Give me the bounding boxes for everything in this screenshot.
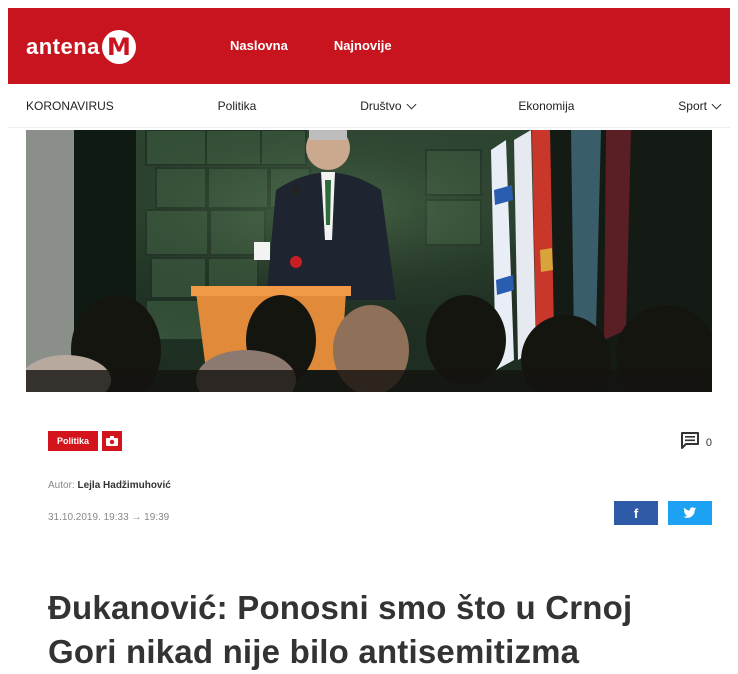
nav-najnovije[interactable]: Najnovije [334,38,392,53]
article-headline: Đukanović: Ponosni smo što u Crnoj Gori … [48,589,633,671]
category-sport[interactable]: Sport [678,98,722,113]
category-badge[interactable]: Politika [48,431,99,451]
twitter-share-button[interactable] [668,501,712,525]
top-nav: Naslovna Najnovije [230,38,392,53]
chevron-down-icon [711,99,722,109]
site-logo[interactable]: antena M [26,30,136,64]
nav-naslovna[interactable]: Naslovna [230,38,288,53]
facebook-share-button[interactable]: f [614,501,658,525]
article-meta: Politika 0 Autor: Lejla Hadžimuhović 31.… [26,392,712,670]
category-label: Društvo [360,98,402,113]
camera-icon [102,431,123,451]
logo-m-badge: M [101,30,136,64]
twitter-bird-icon [683,507,697,518]
share-buttons: f [614,501,712,525]
logo-letter: M [106,33,131,61]
hero-photo [26,130,712,392]
category-politika[interactable]: Politika [218,99,257,113]
category-label: KORONAVIRUS [26,98,114,113]
category-ekonomija[interactable]: Ekonomija [518,99,574,113]
article-date: 31.10.2019. 19:33 → 19:39 [48,512,170,523]
top-bar: antena M Naslovna Najnovije [8,8,730,84]
category-label: Politika [217,98,257,113]
comment-count: 0 [705,437,712,449]
author-name[interactable]: Lejla Hadžimuhović [77,480,170,491]
category-koronavirus[interactable]: KORONAVIRUS [26,99,114,113]
logo-text: antena [26,34,100,59]
comment-icon [680,432,699,454]
article-author: Autor: Lejla Hadžimuhović [48,480,171,491]
category-drustvo[interactable]: Društvo [360,98,416,113]
category-nav: KORONAVIRUS Politika Društvo Ekonomija S… [8,84,730,128]
category-label: Sport [678,98,707,113]
article-badges: Politika [48,431,123,451]
author-label: Autor: [48,480,75,491]
category-label: Ekonomija [518,98,575,113]
comments-link[interactable]: 0 [680,432,712,454]
article-hero-image[interactable] [26,130,712,392]
page: antena M Naslovna Najnovije KORONAVIRUS … [8,0,730,670]
chevron-down-icon [406,99,416,109]
